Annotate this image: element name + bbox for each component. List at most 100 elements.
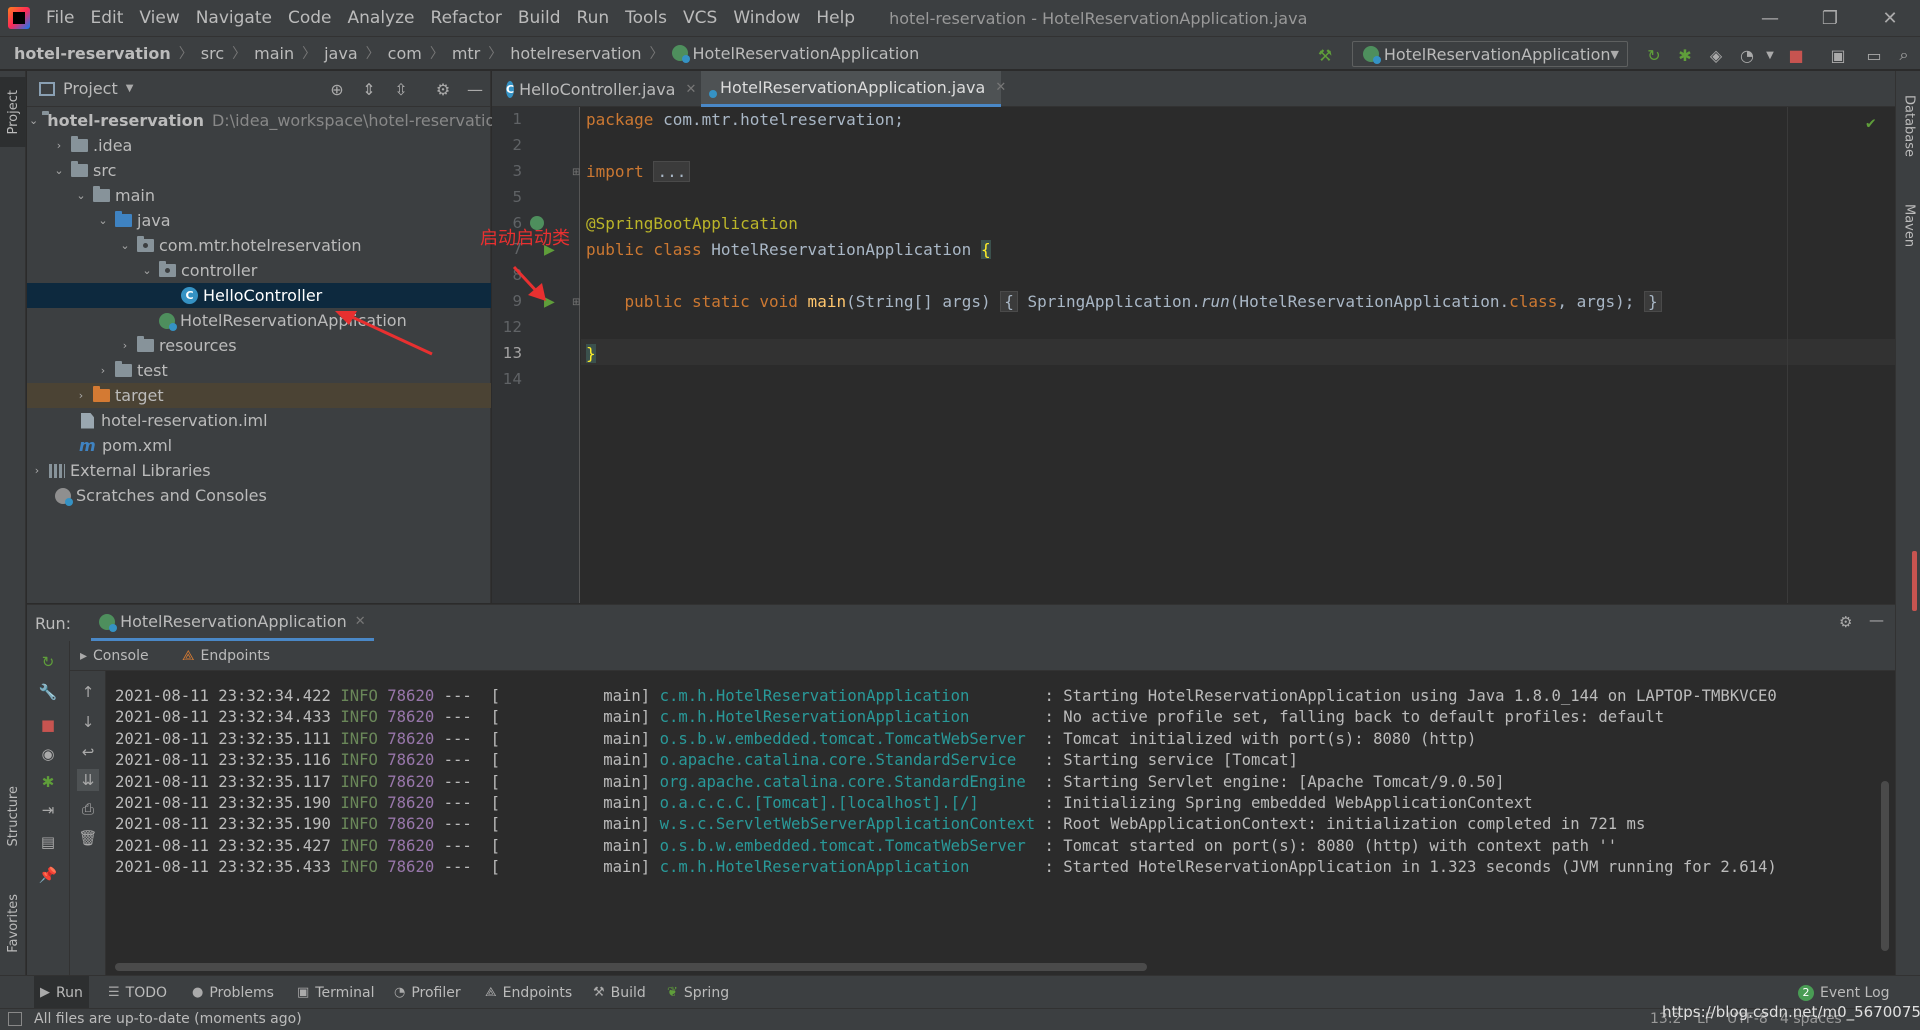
menu-navigate[interactable]: Navigate	[188, 8, 280, 28]
tool-button-problems[interactable]: ● Problems	[192, 976, 274, 1009]
more-run-chevron-icon[interactable]: ▼	[1760, 45, 1780, 65]
chevron-down-icon[interactable]: ▼	[126, 83, 134, 94]
breadcrumb-src[interactable]: src	[201, 44, 224, 63]
menu-build[interactable]: Build	[510, 8, 569, 28]
horizontal-scrollbar[interactable]	[115, 963, 1147, 971]
tree-node-src[interactable]: ⌄ src	[27, 158, 491, 183]
menu-refactor[interactable]: Refactor	[423, 8, 510, 28]
chevron-down-icon[interactable]: ⌄	[95, 214, 111, 227]
print-icon[interactable]: ⎙	[77, 798, 99, 820]
close-tab-icon[interactable]: ✕	[995, 80, 1006, 95]
close-window-icon[interactable]: ✕	[1860, 0, 1920, 36]
fold-icon[interactable]: ⊞	[572, 167, 580, 178]
chevron-right-icon[interactable]: ›	[29, 464, 45, 477]
chevron-down-icon[interactable]: ⌄	[117, 239, 133, 252]
rerun-icon[interactable]: ↻	[37, 651, 59, 673]
layout-icon[interactable]: ▤	[37, 831, 59, 853]
menu-analyze[interactable]: Analyze	[340, 8, 423, 28]
status-panel-toggle-icon[interactable]	[8, 1012, 22, 1026]
arrow-down-icon[interactable]: ↓	[77, 711, 99, 733]
menu-view[interactable]: View	[131, 8, 187, 28]
tool-tab-structure[interactable]: Structure	[0, 771, 26, 861]
debug-bug-icon[interactable]: ✱	[1675, 45, 1695, 65]
expand-all-icon[interactable]: ⇕	[359, 80, 379, 100]
inspection-ok-check-icon[interactable]: ✔	[1866, 113, 1876, 132]
tree-node-test[interactable]: › test	[27, 358, 491, 383]
tab-application[interactable]: HotelReservationApplication.java ✕	[701, 71, 1006, 107]
tool-button-terminal[interactable]: ▣ Terminal	[297, 976, 374, 1009]
tree-node-controller[interactable]: ⌄ controller	[27, 258, 491, 283]
subtab-console[interactable]: ▸ Console	[80, 641, 149, 671]
chevron-right-icon[interactable]: ›	[73, 389, 89, 402]
breadcrumb-com[interactable]: com	[388, 44, 422, 63]
close-tab-icon[interactable]: ✕	[685, 82, 696, 97]
search-icon[interactable]: ⌕	[1894, 45, 1914, 65]
close-tab-icon[interactable]: ✕	[355, 614, 366, 629]
tree-node-pom[interactable]: m pom.xml	[27, 433, 491, 458]
trash-icon[interactable]: 🗑	[77, 827, 99, 849]
tree-node-main[interactable]: ⌄ main	[27, 183, 491, 208]
project-structure-icon[interactable]: ▣	[1828, 45, 1848, 65]
gear-icon[interactable]: ⚙	[433, 80, 453, 100]
tree-node-scratches[interactable]: Scratches and Consoles	[27, 483, 491, 508]
tree-node-external-libraries[interactable]: › External Libraries	[27, 458, 491, 483]
breadcrumb-class[interactable]: HotelReservationApplication	[693, 44, 920, 63]
run-configuration-select[interactable]: HotelReservationApplication ▼	[1352, 41, 1628, 67]
debug-bug-icon[interactable]: ✱	[37, 771, 59, 793]
console-output[interactable]: 2021-08-11 23:32:34.422 INFO 78620 --- […	[107, 671, 1895, 976]
tool-button-todo[interactable]: ☰ TODO	[108, 976, 167, 1009]
soft-wrap-icon[interactable]: ↩	[77, 741, 99, 763]
tool-tab-database[interactable]: Database	[1896, 81, 1920, 171]
breadcrumb-project[interactable]: hotel-reservation	[14, 44, 171, 63]
chevron-right-icon[interactable]: ›	[117, 339, 133, 352]
scroll-to-end-icon[interactable]: ⇊	[77, 769, 99, 791]
wrench-icon[interactable]: 🔧	[37, 681, 59, 703]
restore-icon[interactable]: ❐	[1800, 0, 1860, 36]
run-tab[interactable]: HotelReservationApplication ✕	[91, 605, 374, 641]
collapse-all-icon[interactable]: ⇳	[391, 80, 411, 100]
chevron-right-icon[interactable]: ›	[95, 364, 111, 377]
tree-node-idea[interactable]: › .idea	[27, 133, 491, 158]
chevron-right-icon[interactable]: ›	[51, 139, 67, 152]
tree-node-hello-controller[interactable]: C HelloController	[27, 283, 491, 308]
menu-edit[interactable]: Edit	[82, 8, 131, 28]
tool-tab-maven[interactable]: Maven	[1896, 186, 1920, 266]
menu-run[interactable]: Run	[569, 8, 618, 28]
menu-help[interactable]: Help	[808, 8, 863, 28]
menu-file[interactable]: File	[38, 8, 82, 28]
camera-icon[interactable]: ◉	[37, 743, 59, 765]
vertical-scrollbar[interactable]	[1881, 781, 1889, 951]
stop-icon[interactable]: ■	[37, 714, 59, 736]
minimize-icon[interactable]: —	[1740, 0, 1800, 36]
hide-panel-icon[interactable]: —	[1869, 611, 1884, 629]
chevron-down-icon[interactable]: ⌄	[139, 264, 155, 277]
exit-icon[interactable]: ⇥	[37, 799, 59, 821]
code-editor[interactable]: package com.mtr.hotelreservation; import…	[581, 107, 1895, 603]
tool-tab-favorites[interactable]: Favorites	[0, 876, 26, 971]
pin-icon[interactable]: 📌	[37, 864, 59, 886]
presentation-icon[interactable]: ▭	[1864, 45, 1884, 65]
tool-button-build[interactable]: ⚒ Build	[593, 976, 646, 1009]
fold-icon[interactable]: ⊞	[572, 297, 580, 308]
tree-node-project-root[interactable]: ⌄ hotel-reservation D:\idea_workspace\hot…	[27, 108, 505, 133]
chevron-down-icon[interactable]: ⌄	[29, 114, 38, 127]
breadcrumb-hotelreservation[interactable]: hotelreservation	[510, 44, 641, 63]
chevron-down-icon[interactable]: ⌄	[51, 164, 67, 177]
build-hammer-icon[interactable]: ⚒	[1315, 45, 1335, 65]
project-panel-title[interactable]: Project	[63, 79, 118, 98]
tree-node-iml[interactable]: hotel-reservation.iml	[27, 408, 491, 433]
hide-panel-icon[interactable]: —	[465, 80, 485, 100]
stop-icon[interactable]: ■	[1786, 45, 1806, 65]
profile-icon[interactable]: ◔	[1737, 45, 1757, 65]
chevron-down-icon[interactable]: ⌄	[73, 189, 89, 202]
gear-icon[interactable]: ⚙	[1839, 613, 1852, 631]
menu-vcs[interactable]: VCS	[675, 8, 725, 28]
tool-tab-project[interactable]: Project	[0, 77, 26, 147]
menu-tools[interactable]: Tools	[617, 8, 675, 28]
rerun-icon[interactable]: ↻	[1644, 45, 1664, 65]
menu-window[interactable]: Window	[725, 8, 808, 28]
select-opened-file-icon[interactable]: ⊕	[327, 80, 347, 100]
tree-node-java[interactable]: ⌄ java	[27, 208, 491, 233]
tool-button-profiler[interactable]: ◔ Profiler	[394, 976, 461, 1009]
menu-code[interactable]: Code	[280, 8, 340, 28]
